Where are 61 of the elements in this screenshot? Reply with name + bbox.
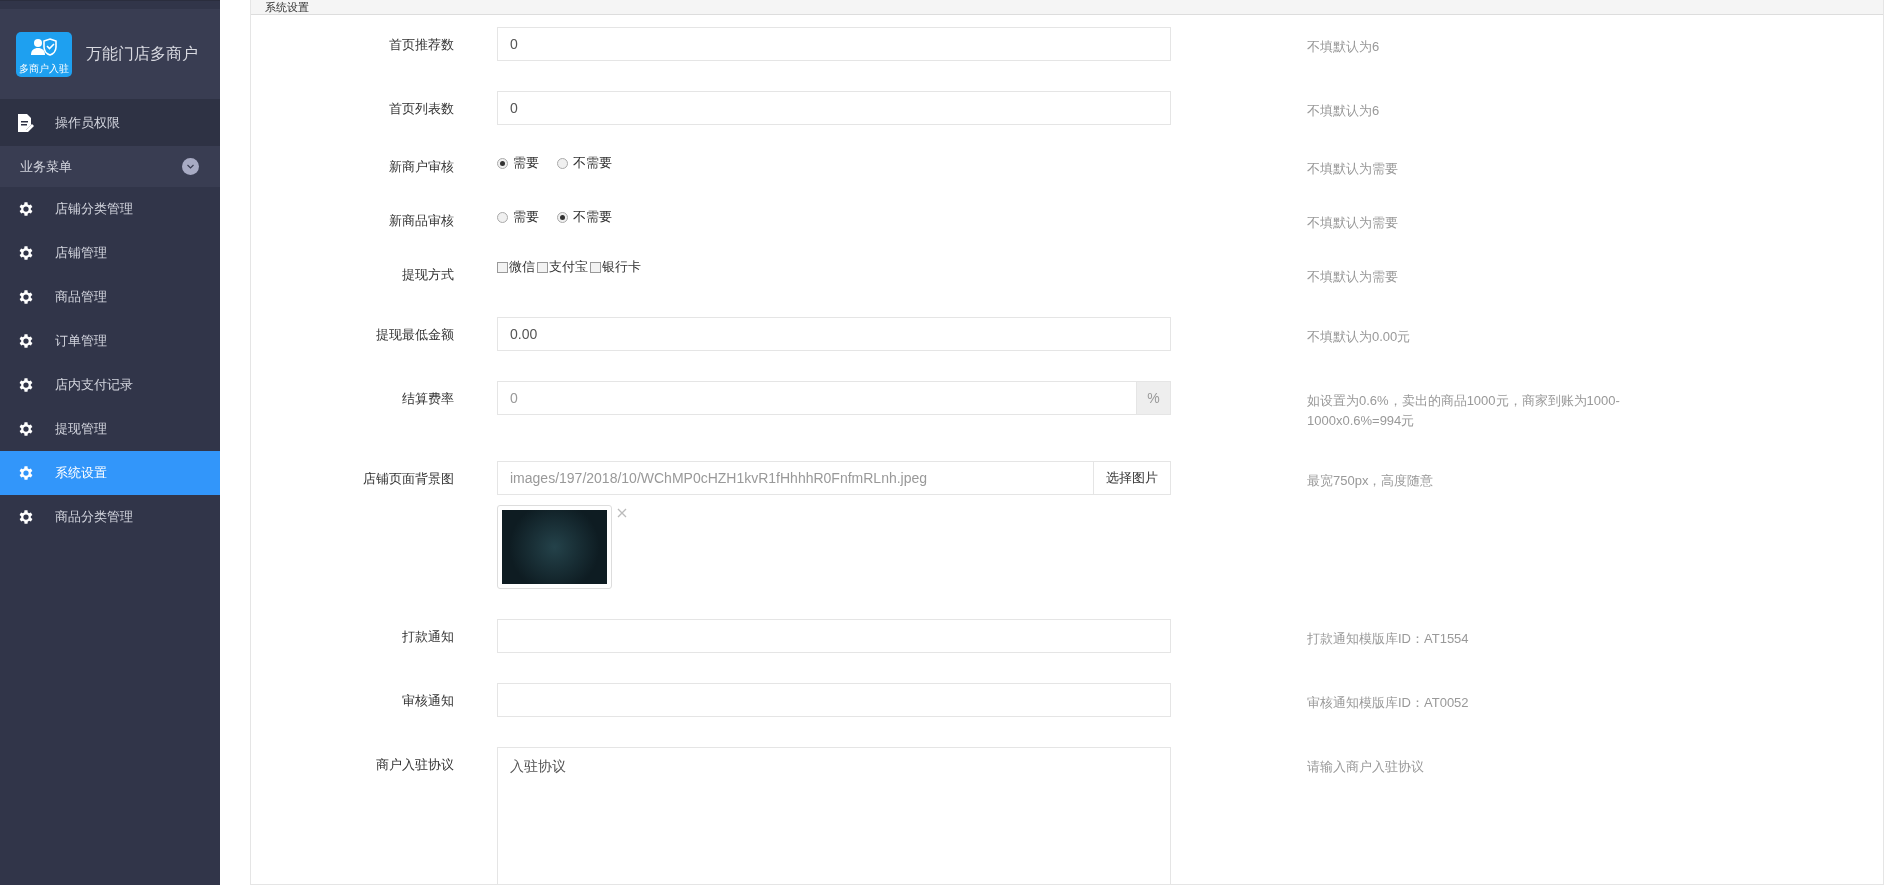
- textarea-field[interactable]: 入驻协议: [497, 747, 1171, 885]
- field-label: 新商品审核: [388, 212, 454, 230]
- field-hint: 请输入商户入驻协议: [1306, 758, 1425, 776]
- gear-icon: [17, 200, 35, 218]
- close-icon[interactable]: [617, 508, 627, 518]
- field-label: 新商户审核: [388, 158, 454, 176]
- radio-option[interactable]: 需要: [497, 154, 539, 172]
- radio-option[interactable]: 不需要: [557, 208, 612, 226]
- checkbox-option[interactable]: 支付宝: [537, 258, 588, 276]
- input-field[interactable]: [497, 619, 1171, 653]
- user-shield-icon: [30, 36, 58, 57]
- field-hint: 如设置为0.6%，卖出的商品1000元，商家到账为1000-1000x0.6%=994元: [1306, 392, 1621, 430]
- sidebar-item[interactable]: 商品分类管理: [0, 495, 220, 539]
- field-label: 提现方式: [401, 266, 454, 284]
- field-hint: 不填默认为0.00元: [1306, 328, 1412, 346]
- field-label: 提现最低金额: [375, 326, 454, 344]
- sidebar-item[interactable]: 订单管理: [0, 319, 220, 363]
- input-field[interactable]: 0: [497, 91, 1171, 125]
- sidebar-item[interactable]: 店铺管理: [0, 231, 220, 275]
- field-hint: 不填默认为需要: [1306, 214, 1399, 232]
- sidebar-item[interactable]: 操作员权限: [0, 99, 220, 146]
- field-hint: 最宽750px，高度随意: [1306, 472, 1435, 490]
- panel-title: 系统设置: [265, 2, 309, 13]
- field-hint: 不填默认为6: [1306, 102, 1381, 120]
- gear-icon: [17, 288, 35, 306]
- unit-addon: %: [1137, 381, 1171, 415]
- gear-icon: [17, 508, 35, 526]
- radio-option[interactable]: 需要: [497, 208, 539, 226]
- logo-caption: 多商户入驻: [19, 62, 69, 74]
- brand-name: 万能门店多商户: [86, 43, 198, 64]
- gear-icon: [17, 244, 35, 262]
- menu-group-header[interactable]: 业务菜单: [0, 146, 220, 187]
- field-label: 首页列表数: [388, 100, 454, 118]
- field-label: 首页推荐数: [388, 36, 454, 54]
- choose-image-button[interactable]: 选择图片: [1094, 461, 1171, 495]
- field-label: 审核通知: [401, 692, 454, 710]
- input-field[interactable]: [497, 683, 1171, 717]
- sidebar-item[interactable]: 商品管理: [0, 275, 220, 319]
- sidebar-item[interactable]: 店铺分类管理: [0, 187, 220, 231]
- field-label: 店铺页面背景图: [362, 470, 454, 488]
- field-label: 商户入驻协议: [375, 756, 454, 774]
- gear-icon: [17, 332, 35, 350]
- field-hint: 打款通知模版库ID：AT1554: [1306, 630, 1470, 648]
- field-hint: 不填默认为需要: [1306, 160, 1399, 178]
- gear-icon: [17, 376, 35, 394]
- field-label: 结算费率: [401, 390, 454, 408]
- sidebar-item[interactable]: 店内支付记录: [0, 363, 220, 407]
- gear-icon: [17, 464, 35, 482]
- input-field[interactable]: 0.00: [497, 317, 1171, 351]
- sidebar-item[interactable]: 提现管理: [0, 407, 220, 451]
- field-hint: 不填默认为6: [1306, 38, 1381, 56]
- checkbox-option[interactable]: 银行卡: [590, 258, 641, 276]
- input-field[interactable]: 0: [497, 27, 1171, 61]
- document-edit-icon: [17, 112, 35, 133]
- chevron-down-icon: [182, 158, 199, 175]
- field-hint: 不填默认为需要: [1306, 268, 1399, 286]
- radio-option[interactable]: 不需要: [557, 154, 612, 172]
- field-hint: 审核通知模版库ID：AT0052: [1306, 694, 1470, 712]
- gear-icon: [17, 420, 35, 438]
- field-label: 打款通知: [401, 628, 454, 646]
- checkbox-option[interactable]: 微信: [497, 258, 535, 276]
